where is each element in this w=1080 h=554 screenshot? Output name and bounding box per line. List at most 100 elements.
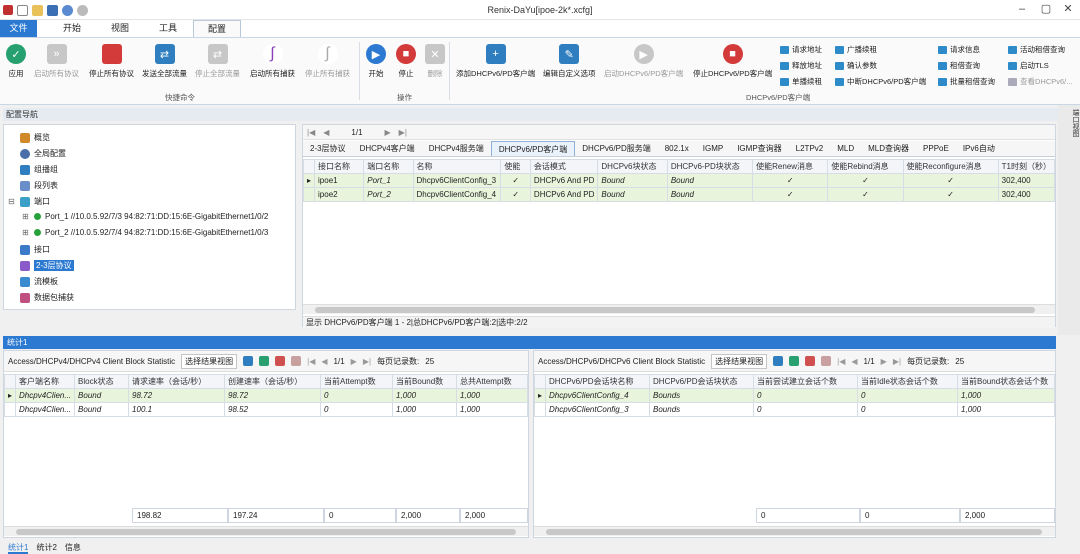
column-header[interactable]: 请求速率（会话/秒） [128,374,226,389]
column-header[interactable]: DHCPv6块状态 [597,159,668,174]
clear-icon[interactable] [275,356,286,366]
close-button[interactable]: ✕ [1058,2,1078,16]
stop-dhcpv6-client-button[interactable]: ■ 停止DHCPv6/PD客户端 [693,44,772,79]
tab-view[interactable]: 视图 [97,20,143,37]
confirm-params-button[interactable]: 确认参数 [835,60,877,71]
tab-dhcpv4-client[interactable]: DHCPv4客户端 [353,141,422,156]
release-address-button[interactable]: 释放地址 [780,60,822,71]
last-page-icon[interactable]: ▶| [399,128,407,137]
minimize-button[interactable]: – [1012,2,1032,16]
checkbox-cell[interactable]: ✓ [827,173,904,188]
refresh-icon[interactable] [789,356,800,366]
column-header[interactable]: 端口名称 [363,159,414,174]
cell[interactable]: Dhcpv6ClientConfig_3 [412,173,502,188]
cell[interactable]: ipoe1 [314,173,365,188]
tree-item-port-2[interactable]: ⊞ Port_2 //10.0.5.92/7/4 94:82:71:DD:15:6… [22,228,268,237]
stop-all-traffic-button[interactable]: ⇄ 停止全部流量 [195,44,240,79]
scroll-thumb[interactable] [546,529,1042,535]
start-tls-button[interactable]: 启动TLS [1008,60,1049,71]
tree-item-multicast[interactable]: 组播组 [20,164,58,175]
next-page-icon[interactable]: ▶ [351,357,357,366]
view-dhcpv6-button[interactable]: 查看DHCPv6/... [1008,76,1073,87]
horizontal-scrollbar[interactable] [4,526,528,536]
request-address-button[interactable]: 请求地址 [780,44,822,55]
abort-client-button[interactable]: 中断DHCPv6/PD客户端 [835,76,926,87]
column-header[interactable]: DHCPv6-PD块状态 [666,159,754,174]
start-dhcpv6-client-button[interactable]: ▶ 启动DHCPv6/PD客户端 [604,44,683,79]
tab-stats-1[interactable]: 统计1 [8,542,29,554]
column-header[interactable]: 当前Bound数 [392,374,458,389]
column-header[interactable]: 当前尝试建立会话个数 [753,374,859,389]
first-page-icon[interactable]: |◀ [837,357,845,366]
checkbox-cell[interactable]: ✓ [902,187,999,202]
tab-config[interactable]: 配置 [193,20,242,37]
cell[interactable]: Dhcpv6ClientConfig_4 [412,187,502,202]
tab-mld-querier[interactable]: MLD查询器 [861,141,916,156]
column-header[interactable]: DHCPv6/PD会话块名称 [545,374,651,389]
cell[interactable]: 302,400 [997,187,1056,202]
per-page-input[interactable]: 25 [425,357,434,366]
column-header[interactable]: Block状态 [74,374,130,389]
tab-igmp-querier[interactable]: IGMP查询器 [730,141,788,156]
prev-page-icon[interactable]: ◀ [851,357,857,366]
bulk-lease-query-button[interactable]: 批量租借查询 [938,76,995,87]
cell[interactable]: Port_2 [363,187,414,202]
first-page-icon[interactable]: |◀ [307,357,315,366]
start-all-capture-button[interactable]: ∫ 启动所有捕获 [250,44,295,79]
column-header[interactable]: 当前Bound状态会话个数 [957,374,1055,389]
scroll-thumb[interactable] [16,529,516,535]
last-page-icon[interactable]: ▶| [363,357,371,366]
stop-all-protocols-button[interactable]: 停止所有协议 [89,44,134,79]
table-row[interactable]: ▸ ipoe1 Port_1 Dhcpv6ClientConfig_3 ✓ DH… [302,173,1056,188]
maximize-button[interactable]: ▢ [1036,2,1056,16]
tab-tools[interactable]: 工具 [145,20,191,37]
horizontal-scrollbar[interactable] [303,304,1055,314]
select-view-dropdown[interactable]: 选择结果视图 [711,353,768,369]
column-header[interactable]: 使能Rebind消息 [827,159,904,174]
tab-info[interactable]: 信息 [65,542,81,554]
checkbox-cell[interactable]: ✓ [902,173,999,188]
tree-item-interfaces[interactable]: 接口 [20,244,50,255]
tree-item-stream-template[interactable]: 流模板 [20,276,58,287]
cell[interactable]: 302,400 [997,173,1056,188]
per-page-input[interactable]: 25 [955,357,964,366]
ops-start-button[interactable]: ▶ 开始 [366,44,386,79]
next-page-icon[interactable]: ▶ [881,357,887,366]
tree-item-ports[interactable]: ⊟ 端口 [8,196,50,207]
send-all-traffic-button[interactable]: ⇄ 发送全部流量 [142,44,187,79]
column-header[interactable]: T1时刻（秒） [997,159,1056,174]
tab-mld[interactable]: MLD [830,141,861,156]
tab-8021x[interactable]: 802.1x [658,141,696,156]
edit-custom-options-button[interactable]: ✎ 编辑自定义选项 [543,44,596,79]
broadcast-renew-button[interactable]: 广播续租 [835,44,877,55]
tab-dhcpv4-server[interactable]: DHCPv4服务端 [422,141,491,156]
cell[interactable]: Port_1 [363,173,414,188]
column-header[interactable]: 使能Renew消息 [752,159,829,174]
table-row[interactable]: ▸ Dhcpv4Clien... Bound 98.72 98.72 0 1,0… [3,388,528,403]
tree-item-overview[interactable]: 概览 [20,132,50,143]
tab-l2tpv2[interactable]: L2TPv2 [789,141,831,156]
column-header[interactable]: 当前Attempt数 [320,374,394,389]
tree-item-l2l3-protocol[interactable]: 2-3层协议 [20,260,74,271]
tab-l2l3[interactable]: 2-3层协议 [303,141,353,156]
tab-file[interactable]: 文件 [0,20,37,37]
checkbox-cell[interactable]: ✓ [752,173,829,188]
table-row[interactable]: ▸ Dhcpv6ClientConfig_4 Bounds 0 0 1,000 [533,388,1055,403]
scroll-thumb[interactable] [315,307,1035,313]
ops-stop-button[interactable]: ■ 停止 [396,44,416,79]
tab-stats-2[interactable]: 统计2 [36,542,56,554]
column-header[interactable]: 当前Idle状态会话个数 [857,374,959,389]
prev-page-icon[interactable]: ◀ [321,357,327,366]
column-header[interactable]: 客户端名称 [15,374,76,389]
tree-item-port-1[interactable]: ⊞ Port_1 //10.0.5.92/7/3 94:82:71:DD:15:6… [22,212,268,221]
column-header[interactable]: 名称 [412,159,502,174]
table-row[interactable]: Dhcpv4Clien... Bound 100.1 98.52 0 1,000… [3,402,528,417]
column-header[interactable]: 使能Reconfigure消息 [902,159,999,174]
active-lease-query-button[interactable]: 活动租借查询 [1008,44,1065,55]
add-dhcpv6-client-button[interactable]: + 添加DHCPv6/PD客户端 [456,44,535,79]
port-view-side-tab[interactable]: 端口视图 [1058,105,1080,335]
refresh-icon[interactable] [259,356,270,366]
export-icon[interactable] [773,356,784,366]
tab-ipv6-auto[interactable]: IPv6自动 [956,141,1002,156]
lease-query-button[interactable]: 租借查询 [938,60,980,71]
